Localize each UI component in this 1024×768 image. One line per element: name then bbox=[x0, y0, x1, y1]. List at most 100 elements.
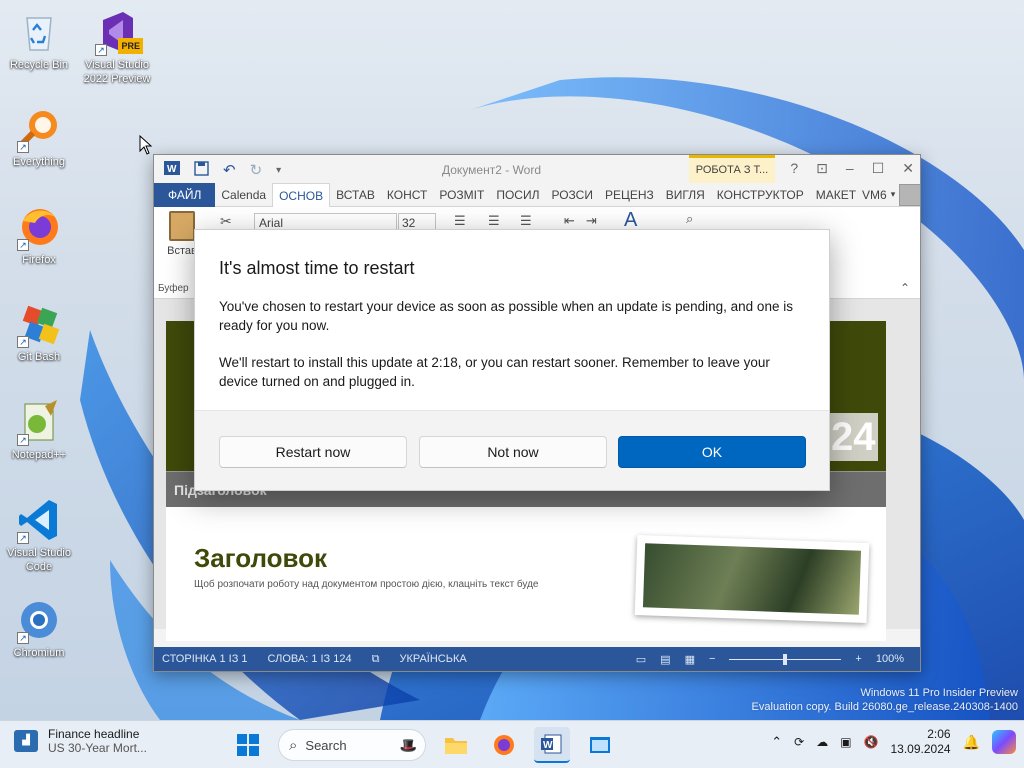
clipboard-group-label: Буфер bbox=[158, 283, 189, 294]
shortcut-arrow-icon: ↗ bbox=[17, 434, 29, 446]
desktop-icon-chromium[interactable]: ↗ Chromium bbox=[0, 596, 78, 660]
firefox-icon bbox=[494, 735, 514, 755]
tab-home[interactable]: ОСНОВ bbox=[272, 182, 331, 207]
desktop-icon-label: Chromium bbox=[13, 647, 65, 659]
numbering-icon[interactable]: ☰ bbox=[488, 213, 500, 229]
display-icon[interactable]: ▣ bbox=[840, 735, 851, 749]
desktop-icon-visual-studio-code[interactable]: ↗ Visual Studio Code bbox=[0, 496, 78, 574]
maximize-button[interactable]: ☐ bbox=[872, 160, 885, 177]
window-controls: ? ⊡ – ☐ ✕ bbox=[790, 160, 914, 177]
word-titlebar[interactable]: W ↶ ↻ ▾ Документ2 - Word РОБОТА З Т... ?… bbox=[154, 155, 920, 183]
sound-muted-icon[interactable]: 🔇 bbox=[864, 735, 879, 749]
vscode-icon: ↗ bbox=[15, 496, 63, 544]
language-indicator[interactable]: УКРАЇНСЬКА bbox=[399, 653, 466, 665]
taskbar-firefox[interactable] bbox=[486, 727, 522, 763]
chevron-up-icon[interactable]: ⌃ bbox=[771, 734, 782, 750]
desktop-icon-label: Visual Studio 2022 Preview bbox=[83, 59, 151, 85]
save-icon[interactable] bbox=[194, 160, 209, 180]
tab-insert[interactable]: ВСТАВ bbox=[330, 183, 381, 207]
restart-now-button[interactable]: Restart now bbox=[219, 436, 407, 468]
read-mode-icon[interactable]: ▭ bbox=[636, 653, 646, 666]
web-layout-icon[interactable]: ▦ bbox=[685, 653, 695, 666]
taskbar-file-explorer[interactable] bbox=[438, 727, 474, 763]
desktop-icon-notepad-plus-plus[interactable]: ↗ Notepad++ bbox=[0, 398, 78, 462]
restart-dialog: It's almost time to restart You've chose… bbox=[194, 229, 830, 491]
word-app-icon[interactable]: W bbox=[164, 160, 180, 180]
dialog-message-2: We'll restart to install this update at … bbox=[219, 355, 770, 389]
copilot-icon[interactable] bbox=[992, 730, 1016, 754]
desktop-icon-visual-studio-2022-preview[interactable]: PRE ↗ Visual Studio 2022 Preview bbox=[78, 8, 156, 86]
close-button[interactable]: ✕ bbox=[902, 160, 914, 177]
start-button[interactable] bbox=[230, 727, 266, 763]
decrease-indent-icon[interactable]: ⇤ bbox=[564, 213, 575, 229]
word-count[interactable]: СЛОВА: 1 ІЗ 124 bbox=[268, 653, 352, 665]
document-photo[interactable] bbox=[634, 534, 870, 624]
clock[interactable]: 2:06 13.09.2024 bbox=[891, 727, 951, 757]
taskbar-remote-desktop[interactable] bbox=[582, 727, 618, 763]
account-menu[interactable]: VM6 ▾ bbox=[862, 183, 920, 206]
minimize-button[interactable]: – bbox=[846, 160, 854, 177]
tab-table-design[interactable]: КОНСТРУКТОР bbox=[711, 183, 810, 207]
tab-review[interactable]: РЕЦЕНЗ bbox=[599, 183, 660, 207]
proofing-icon[interactable]: ⧉ bbox=[372, 653, 380, 666]
desktop-icon-firefox[interactable]: ↗ Firefox bbox=[0, 203, 78, 267]
dialog-body: It's almost time to restart You've chose… bbox=[195, 230, 829, 411]
increase-indent-icon[interactable]: ⇥ bbox=[586, 213, 597, 229]
widget-subtitle: US 30-Year Mort... bbox=[48, 741, 147, 755]
zoom-level[interactable]: 100% bbox=[876, 653, 904, 665]
zoom-slider-thumb[interactable] bbox=[783, 653, 788, 665]
document-heading[interactable]: Заголовок bbox=[194, 543, 327, 574]
contextual-tab-table-tools[interactable]: РОБОТА З Т... bbox=[689, 155, 775, 183]
sync-icon[interactable]: ⟳ bbox=[794, 735, 804, 749]
svg-text:W: W bbox=[543, 740, 553, 751]
bullets-icon[interactable]: ☰ bbox=[454, 213, 466, 229]
desktop-icon-git-bash[interactable]: ↗ Git Bash bbox=[0, 300, 78, 364]
desktop-icon-label: Notepad++ bbox=[11, 449, 67, 461]
zoom-slider[interactable] bbox=[729, 653, 842, 665]
widgets-button[interactable]: ▟ Finance headline US 30-Year Mort... bbox=[14, 727, 147, 755]
not-now-button[interactable]: Not now bbox=[419, 436, 607, 468]
tab-layout[interactable]: РОЗМІТ bbox=[433, 183, 490, 207]
search-placeholder: Search bbox=[305, 737, 347, 753]
tab-table-layout[interactable]: МАКЕТ bbox=[810, 183, 862, 207]
notepad-plus-plus-icon: ↗ bbox=[15, 398, 63, 446]
tab-design[interactable]: КОНСТ bbox=[381, 183, 433, 207]
clock-date: 13.09.2024 bbox=[890, 742, 951, 756]
shortcut-arrow-icon: ↗ bbox=[95, 44, 107, 56]
tab-references[interactable]: ПОСИЛ bbox=[490, 183, 545, 207]
notification-icon[interactable]: 🔔 bbox=[963, 734, 980, 751]
help-icon[interactable]: ? bbox=[790, 160, 798, 177]
document-body-text[interactable]: Щоб розпочати роботу над документом прос… bbox=[194, 579, 539, 590]
tab-mailings[interactable]: РОЗСИ bbox=[545, 183, 598, 207]
zoom-out-button[interactable]: − bbox=[709, 653, 715, 665]
cloud-off-icon[interactable]: ☁ bbox=[816, 735, 828, 749]
search-box[interactable]: ⌕ Search 🎩 bbox=[278, 729, 426, 761]
ribbon-display-options-icon[interactable]: ⊡ bbox=[816, 160, 828, 177]
zoom-in-button[interactable]: + bbox=[855, 653, 861, 665]
print-layout-icon[interactable]: ▤ bbox=[660, 653, 670, 666]
magnifier-icon: ↗ bbox=[15, 105, 63, 153]
cut-icon[interactable]: ✂ bbox=[220, 213, 232, 230]
page-count[interactable]: СТОРІНКА 1 ІЗ 1 bbox=[162, 653, 248, 665]
find-icon[interactable]: ⌕ bbox=[686, 211, 693, 227]
desktop-icon-recycle-bin[interactable]: Recycle Bin bbox=[0, 8, 78, 72]
collapse-ribbon-icon[interactable]: ⌃ bbox=[900, 281, 910, 295]
tab-file[interactable]: ФАЙЛ bbox=[154, 182, 216, 207]
ok-button[interactable]: OK bbox=[618, 436, 806, 468]
watermark-line-2: Evaluation copy. Build 26080.ge_release.… bbox=[751, 701, 1018, 713]
shortcut-arrow-icon: ↗ bbox=[17, 141, 29, 153]
taskbar-word[interactable]: W bbox=[534, 727, 570, 763]
ribbon-tabs: ФАЙЛ Calenda ОСНОВ ВСТАВ КОНСТ РОЗМІТ ПО… bbox=[154, 182, 920, 207]
user-name: VM6 bbox=[862, 187, 887, 202]
desktop-icon-everything[interactable]: ↗ Everything bbox=[0, 105, 78, 169]
undo-icon[interactable]: ↶ bbox=[223, 161, 236, 179]
tab-calendar[interactable]: Calenda bbox=[215, 183, 272, 207]
mouse-cursor-icon bbox=[139, 135, 153, 155]
desktop-icon-label: Firefox bbox=[22, 254, 56, 266]
redo-icon[interactable]: ↻ bbox=[250, 161, 263, 179]
search-highlight-icon: 🎩 bbox=[399, 736, 417, 753]
customize-qat-icon[interactable]: ▾ bbox=[276, 165, 281, 176]
multilevel-list-icon[interactable]: ☰ bbox=[520, 213, 532, 229]
shortcut-arrow-icon: ↗ bbox=[17, 532, 29, 544]
tab-view[interactable]: ВИГЛЯ bbox=[660, 183, 711, 207]
